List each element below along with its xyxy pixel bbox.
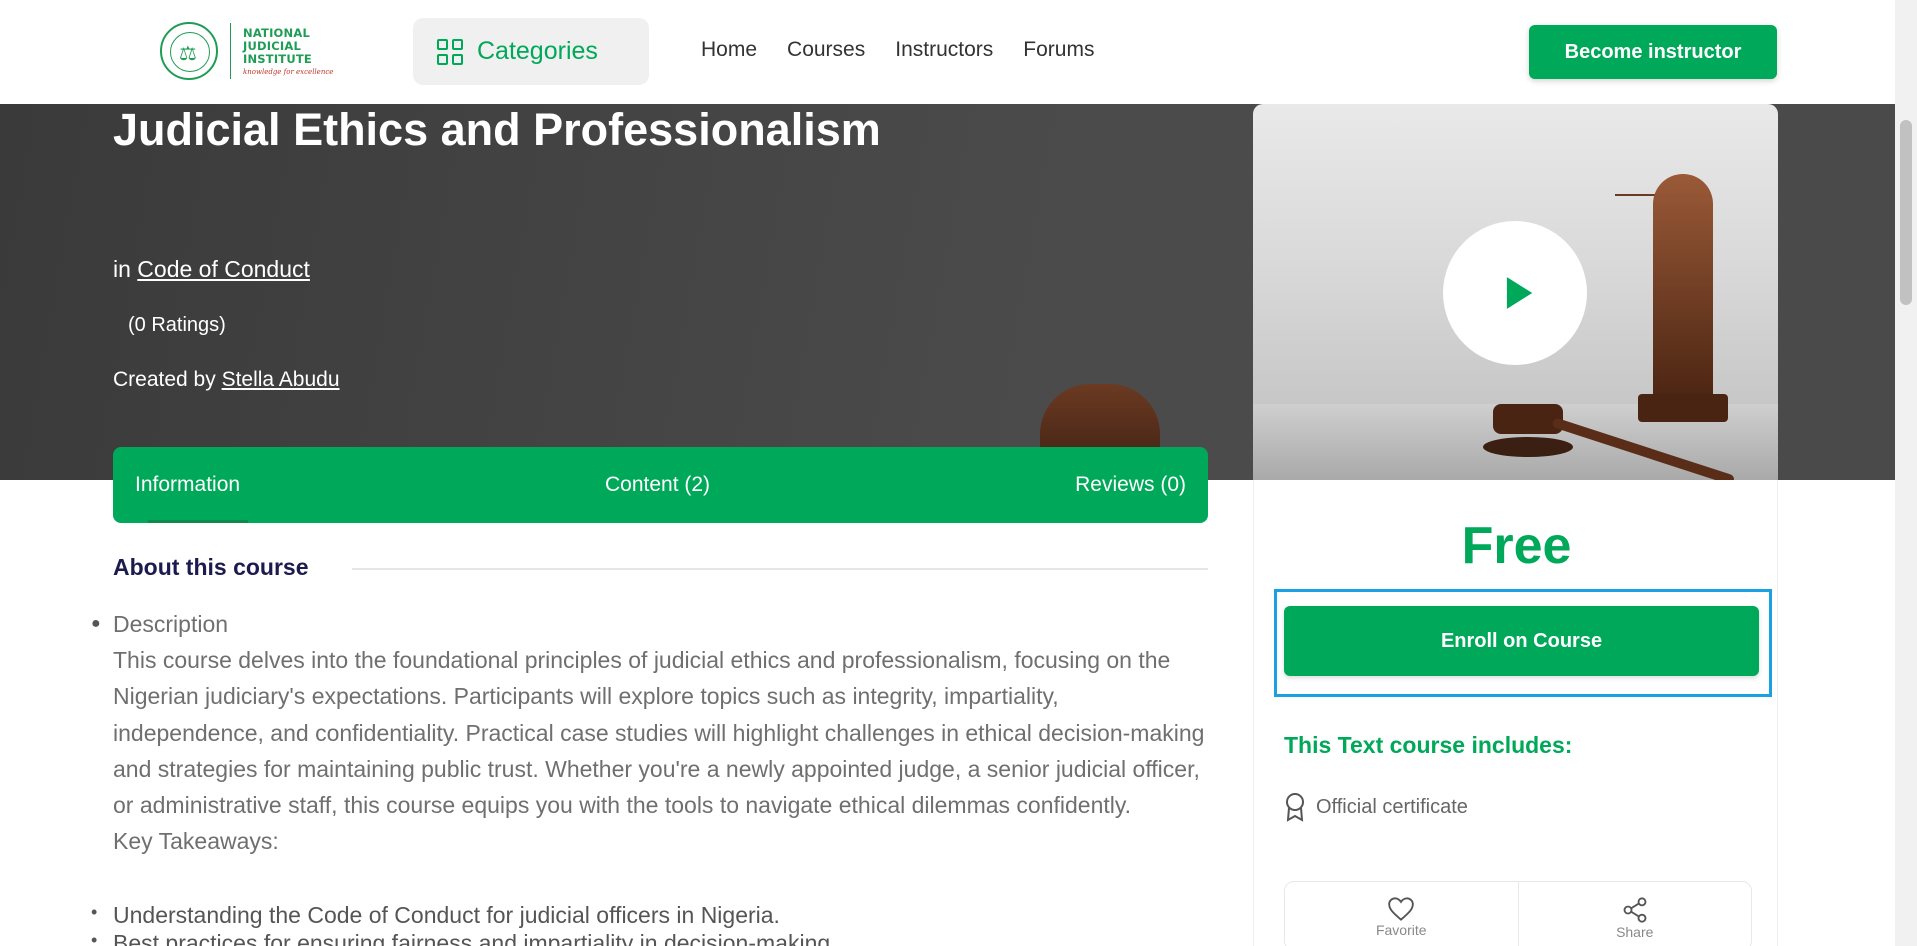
share-icon [1623, 897, 1647, 923]
grid-icon [437, 38, 463, 65]
site-header: ⚖ NATIONAL JUDICIAL INSTITUTE knowledge … [0, 0, 1895, 104]
nav-courses[interactable]: Courses [787, 38, 865, 62]
main-nav: Home Courses Instructors Forums [701, 38, 1124, 62]
active-tab-indicator [148, 520, 248, 523]
created-by-line: Created by Stella Abudu [113, 368, 340, 392]
about-heading: About this course [113, 554, 309, 580]
ratings-count: (0 Ratings) [128, 314, 226, 336]
tab-content[interactable]: Content (2) [605, 473, 710, 497]
categories-label: Categories [477, 37, 598, 65]
award-icon [1286, 793, 1304, 822]
scrollbar-thumb[interactable] [1900, 120, 1912, 305]
logo-text: NATIONAL JUDICIAL INSTITUTE knowledge fo… [243, 25, 334, 76]
course-preview-video[interactable] [1253, 104, 1778, 480]
key-takeaways-label: Key Takeaways: [113, 828, 279, 855]
categories-button[interactable]: Categories [413, 18, 649, 85]
tab-information[interactable]: Information [135, 473, 240, 497]
includes-title: This Text course includes: [1284, 732, 1573, 758]
logo-line-1: NATIONAL [243, 25, 310, 40]
favorite-label: Favorite [1375, 922, 1427, 938]
enroll-button[interactable]: Enroll on Course [1284, 606, 1759, 676]
category-link[interactable]: Code of Conduct [137, 256, 310, 282]
enroll-sidebar: Free Enroll on Course This Text course i… [1253, 480, 1778, 946]
course-category-line: in Code of Conduct [113, 256, 310, 283]
nav-forums[interactable]: Forums [1023, 38, 1094, 62]
become-instructor-button[interactable]: Become instructor [1529, 25, 1777, 79]
share-button[interactable]: Share [1517, 882, 1752, 946]
course-price: Free [1461, 517, 1572, 575]
tab-reviews[interactable]: Reviews (0) [1075, 473, 1186, 497]
preview-gavel [1483, 399, 1753, 480]
description-title: Description [113, 611, 229, 637]
created-prefix: Created by [113, 368, 216, 391]
nji-logo[interactable]: ⚖ NATIONAL JUDICIAL INSTITUTE knowledge … [160, 22, 333, 80]
logo-tagline: knowledge for excellence [243, 67, 334, 76]
course-title: Judicial Ethics and Professionalism [113, 104, 881, 155]
nav-instructors[interactable]: Instructors [895, 38, 993, 62]
page-scrollbar[interactable] [1895, 0, 1917, 946]
include-certificate-label: Official certificate [1316, 795, 1468, 818]
course-tabs: Information Content (2) Reviews (0) [113, 447, 1208, 523]
logo-line-3: INSTITUTE [243, 51, 312, 66]
favorite-button[interactable]: Favorite [1285, 882, 1518, 946]
author-link[interactable]: Stella Abudu [222, 368, 340, 391]
takeaway-item: Understanding the Code of Conduct for ju… [91, 902, 1213, 929]
heart-icon [1388, 897, 1415, 921]
include-certificate: Official certificate [1284, 792, 1468, 822]
logo-divider [230, 23, 231, 79]
seal-icon: ⚖ [160, 22, 218, 80]
takeaway-item: Best practices for ensuring fairness and… [91, 930, 1213, 946]
logo-line-2: JUDICIAL [243, 38, 301, 53]
in-prefix: in [113, 256, 131, 282]
play-button[interactable] [1443, 221, 1587, 365]
play-icon [1506, 277, 1533, 309]
about-divider [352, 568, 1208, 570]
course-description: ● Description This course delves into th… [91, 606, 1213, 859]
card-actions: Favorite Share [1284, 881, 1752, 946]
description-body: This course delves into the foundational… [113, 647, 1205, 819]
share-label: Share [1616, 924, 1654, 940]
lady-justice-statue [1603, 134, 1753, 424]
nav-home[interactable]: Home [701, 38, 757, 62]
bullet-icon: ● [91, 615, 101, 632]
